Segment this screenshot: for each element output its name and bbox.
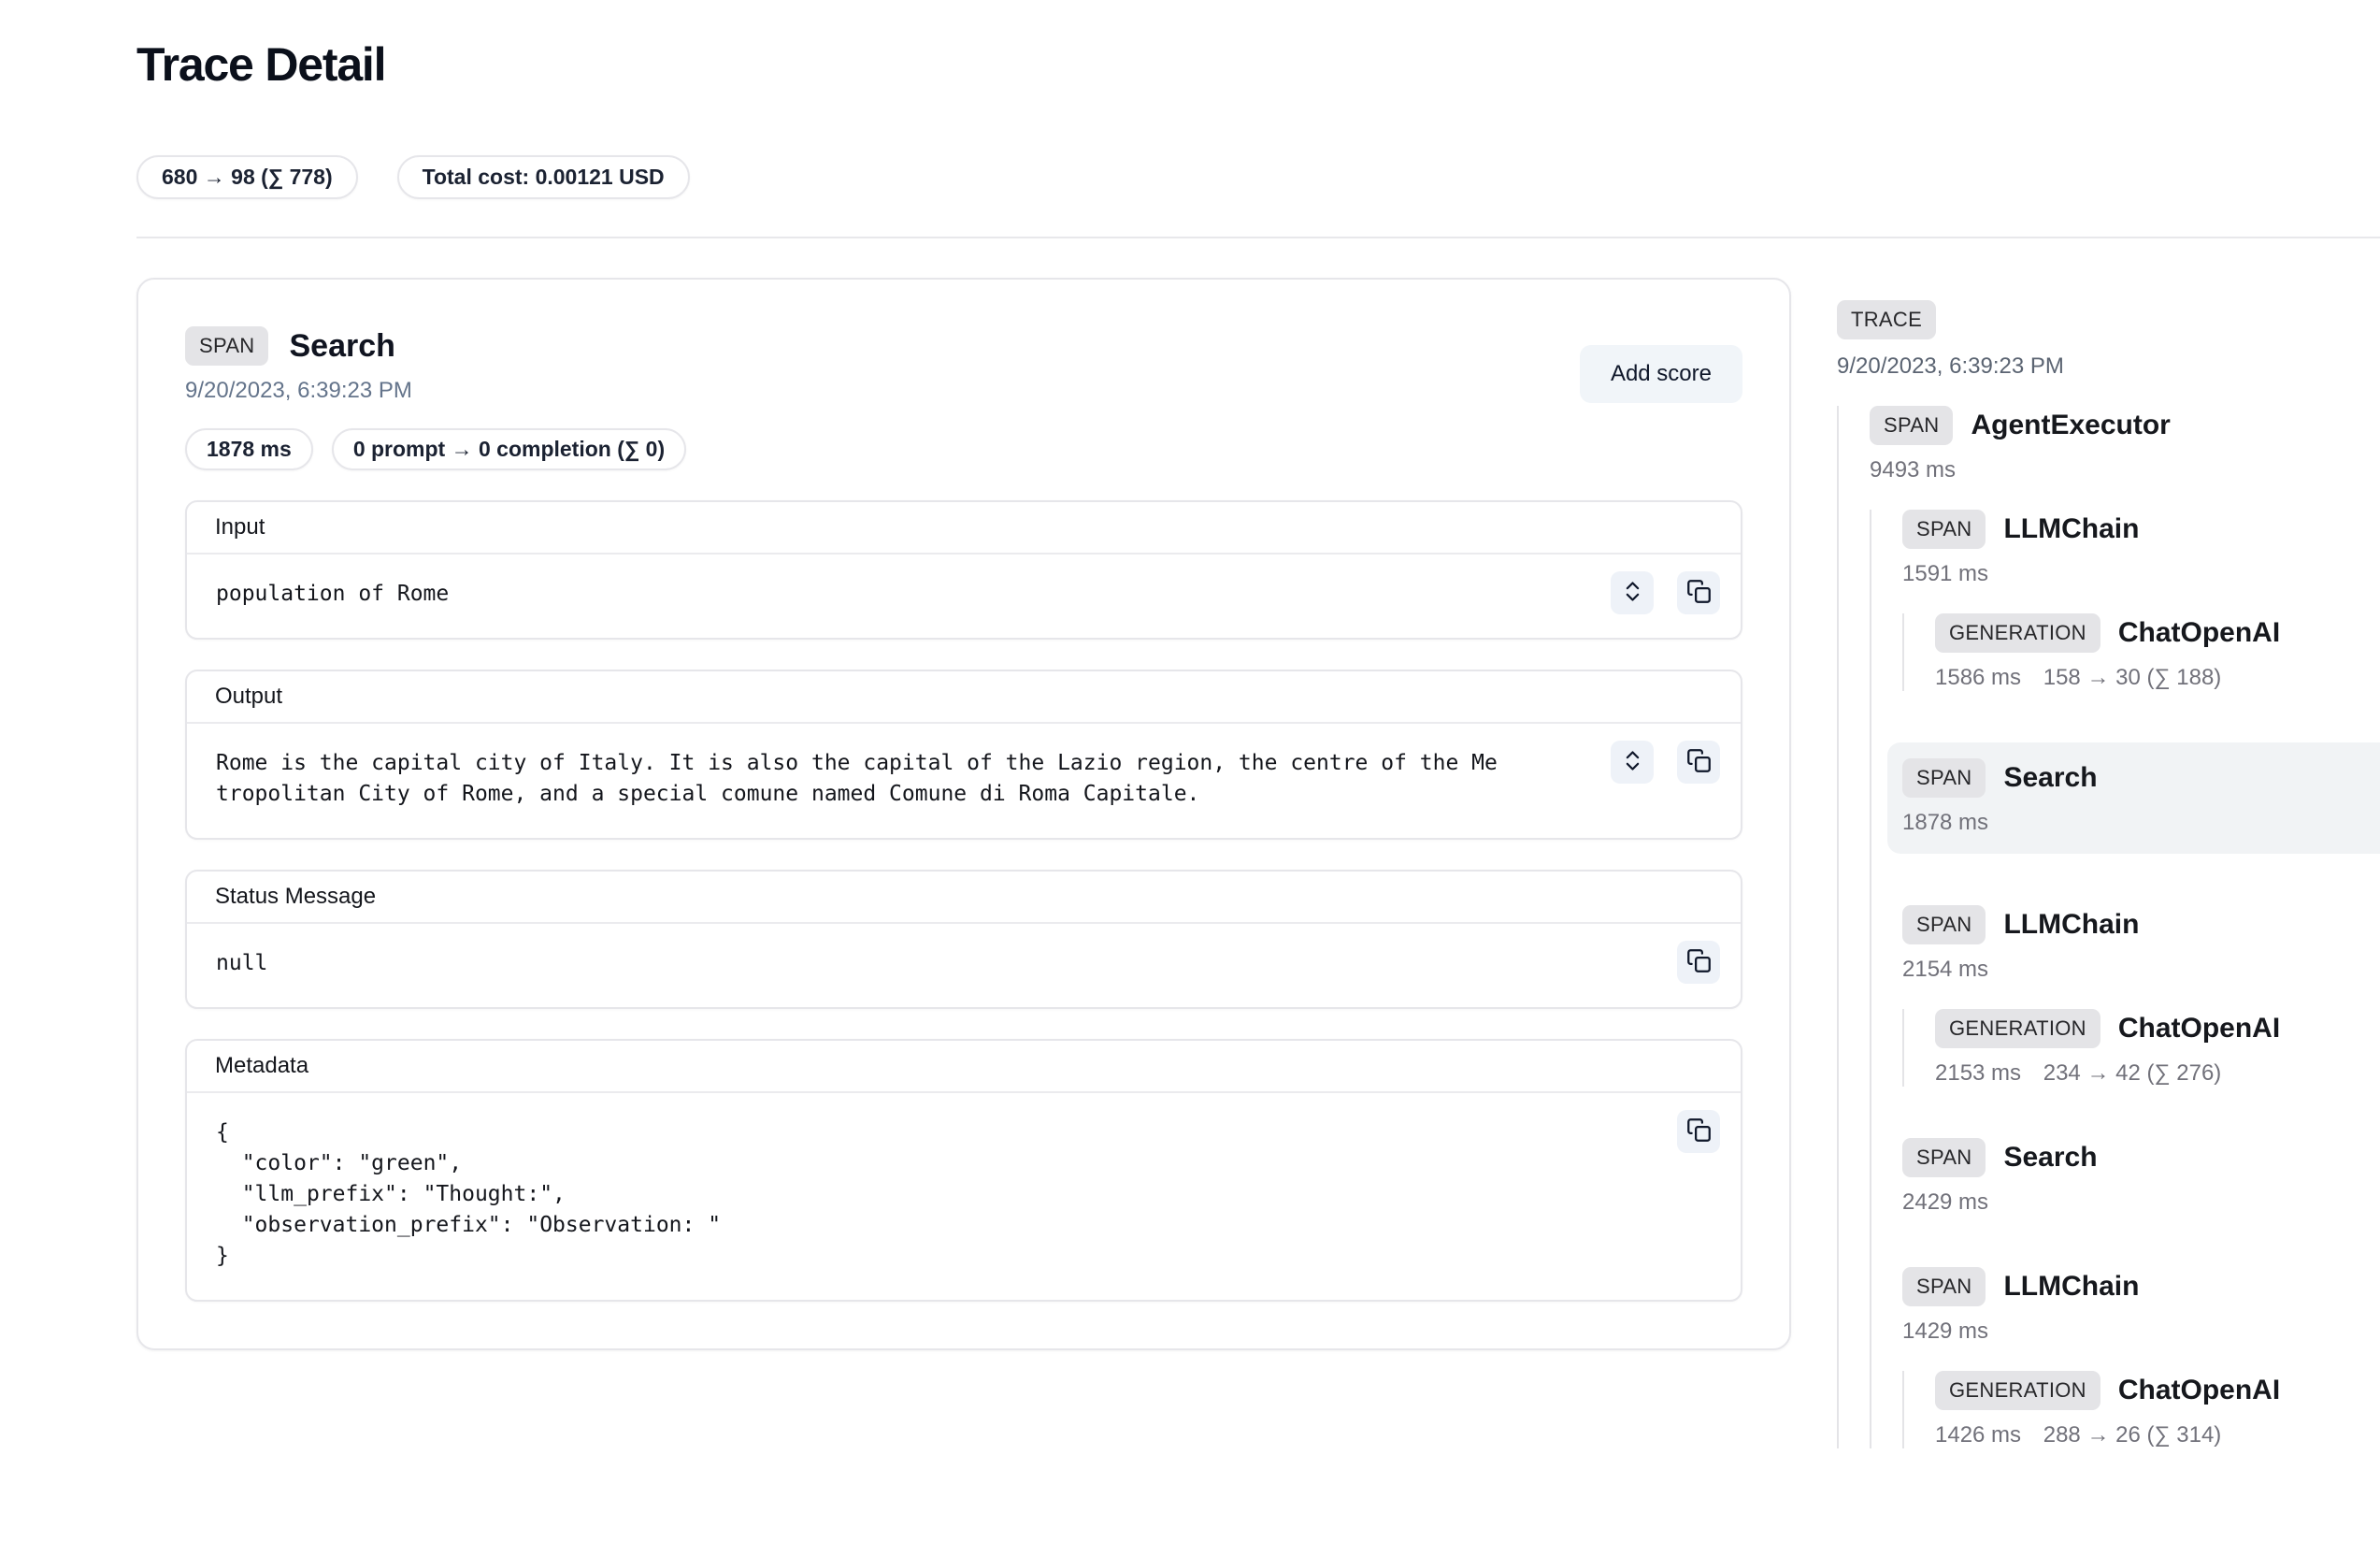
status-message-label: Status Message [187, 872, 1741, 924]
tree-node-search-1-selected[interactable]: SPAN Search 1878 ms [1887, 742, 2380, 854]
node-type-badge: SPAN [1902, 1138, 1986, 1177]
node-type-badge: GENERATION [1935, 613, 2100, 653]
node-token-usage: 158 → 30 (∑ 188) [2043, 665, 2222, 690]
trace-summary-badges: 680 → 98 (∑ 778) Total cost: 0.00121 USD [136, 155, 2380, 199]
copy-icon [1686, 1117, 1712, 1145]
status-message-copy-button[interactable] [1677, 941, 1720, 984]
node-latency: 1426 ms [1935, 1422, 2021, 1448]
node-latency: 2154 ms [1902, 957, 1988, 982]
metadata-label: Metadata [187, 1041, 1741, 1093]
node-type-badge: SPAN [1902, 905, 1986, 944]
input-expand-button[interactable] [1611, 571, 1654, 614]
page-title: Trace Detail [136, 37, 2380, 92]
trace-tree-sidebar: TRACE 9/20/2023, 6:39:23 PM SPAN AgentEx… [1837, 278, 2380, 1448]
node-name: Search [2003, 762, 2097, 794]
input-section: Input population of Rome [185, 500, 1742, 640]
token-usage-badge: 680 → 98 (∑ 778) [136, 155, 358, 199]
metadata-section: Metadata { "color": "green", "llm_prefix… [185, 1039, 1742, 1302]
trace-timestamp: 9/20/2023, 6:39:23 PM [1837, 353, 2380, 380]
node-latency: 1591 ms [1902, 561, 1988, 586]
chevrons-up-down-icon [1620, 748, 1645, 776]
input-content: population of Rome [216, 579, 1572, 610]
output-copy-button[interactable] [1677, 741, 1720, 784]
observation-timestamp: 9/20/2023, 6:39:23 PM [185, 378, 686, 404]
node-latency: 1429 ms [1902, 1318, 1988, 1344]
latency-badge: 1878 ms [185, 428, 313, 470]
node-latency: 2153 ms [1935, 1060, 2021, 1086]
observation-card: SPAN Search 9/20/2023, 6:39:23 PM 1878 m… [136, 278, 1791, 1350]
tree-node-agentexecutor[interactable]: SPAN AgentExecutor 9493 ms SPAN LLMChain… [1870, 406, 2380, 1448]
node-type-badge: SPAN [1902, 758, 1986, 798]
node-name: ChatOpenAI [2118, 617, 2280, 649]
tree-node-chatopenai-2[interactable]: GENERATION ChatOpenAI 2153 ms 234 → 42 (… [1935, 1009, 2380, 1087]
tree-node-chatopenai-1[interactable]: GENERATION ChatOpenAI 1586 ms 158 → 30 (… [1935, 613, 2380, 691]
node-latency: 1586 ms [1935, 665, 2021, 690]
output-expand-button[interactable] [1611, 741, 1654, 784]
node-token-usage: 288 → 26 (∑ 314) [2043, 1422, 2222, 1448]
node-latency: 2429 ms [1902, 1189, 1988, 1215]
node-token-usage: 234 → 42 (∑ 276) [2043, 1060, 2222, 1086]
node-type-badge: SPAN [1902, 1267, 1986, 1306]
tree-node-llmchain-1[interactable]: SPAN LLMChain 1591 ms GENERATION ChatOpe… [1902, 510, 2380, 691]
tree-node-llmchain-3[interactable]: SPAN LLMChain 1429 ms GENERATION ChatOpe… [1902, 1267, 2380, 1448]
copy-icon [1686, 748, 1712, 776]
tree-node-search-2[interactable]: SPAN Search 2429 ms [1902, 1138, 2380, 1216]
node-name: LLMChain [2003, 909, 2139, 941]
node-name: AgentExecutor [1971, 410, 2170, 441]
node-name: ChatOpenAI [2118, 1013, 2280, 1045]
status-message-section: Status Message null [185, 870, 1742, 1009]
node-name: LLMChain [2003, 1271, 2139, 1303]
observation-type-badge: SPAN [185, 326, 268, 366]
observation-title: Search [289, 328, 394, 365]
node-name: ChatOpenAI [2118, 1375, 2280, 1406]
observation-header: SPAN Search 9/20/2023, 6:39:23 PM 1878 m… [185, 326, 686, 470]
header-divider [136, 237, 2380, 238]
node-type-badge: GENERATION [1935, 1009, 2100, 1048]
total-cost-badge: Total cost: 0.00121 USD [397, 155, 690, 199]
trace-children: SPAN AgentExecutor 9493 ms SPAN LLMChain… [1837, 406, 2380, 1448]
llmchain-2-children: GENERATION ChatOpenAI 2153 ms 234 → 42 (… [1902, 1009, 2380, 1087]
input-copy-button[interactable] [1677, 571, 1720, 614]
output-content: Rome is the capital city of Italy. It is… [216, 748, 1502, 810]
chevrons-up-down-icon [1620, 579, 1645, 607]
llmchain-3-children: GENERATION ChatOpenAI 1426 ms 288 → 26 (… [1902, 1371, 2380, 1448]
node-latency: 1878 ms [1902, 810, 1988, 835]
tree-node-llmchain-2[interactable]: SPAN LLMChain 2154 ms GENERATION ChatOpe… [1902, 905, 2380, 1087]
node-name: Search [2003, 1142, 2097, 1174]
trace-type-badge: TRACE [1837, 300, 1936, 339]
add-score-button[interactable]: Add score [1580, 345, 1742, 403]
output-section: Output Rome is the capital city of Italy… [185, 670, 1742, 840]
status-message-content: null [216, 948, 1572, 979]
input-section-label: Input [187, 502, 1741, 555]
node-name: LLMChain [2003, 513, 2139, 545]
copy-icon [1686, 948, 1712, 976]
copy-icon [1686, 579, 1712, 607]
agentexecutor-children: SPAN LLMChain 1591 ms GENERATION ChatOpe… [1870, 510, 2380, 1448]
metadata-copy-button[interactable] [1677, 1110, 1720, 1153]
token-count-badge: 0 prompt → 0 completion (∑ 0) [332, 428, 686, 470]
trace-detail-page: Trace Detail 680 → 98 (∑ 778) Total cost… [0, 0, 2380, 1448]
tree-node-chatopenai-3[interactable]: GENERATION ChatOpenAI 1426 ms 288 → 26 (… [1935, 1371, 2380, 1448]
metadata-content: { "color": "green", "llm_prefix": "Thoug… [216, 1117, 1572, 1272]
node-type-badge: GENERATION [1935, 1371, 2100, 1410]
node-type-badge: SPAN [1902, 510, 1986, 549]
node-type-badge: SPAN [1870, 406, 1953, 445]
output-section-label: Output [187, 671, 1741, 724]
node-latency: 9493 ms [1870, 457, 1956, 483]
llmchain-1-children: GENERATION ChatOpenAI 1586 ms 158 → 30 (… [1902, 613, 2380, 691]
